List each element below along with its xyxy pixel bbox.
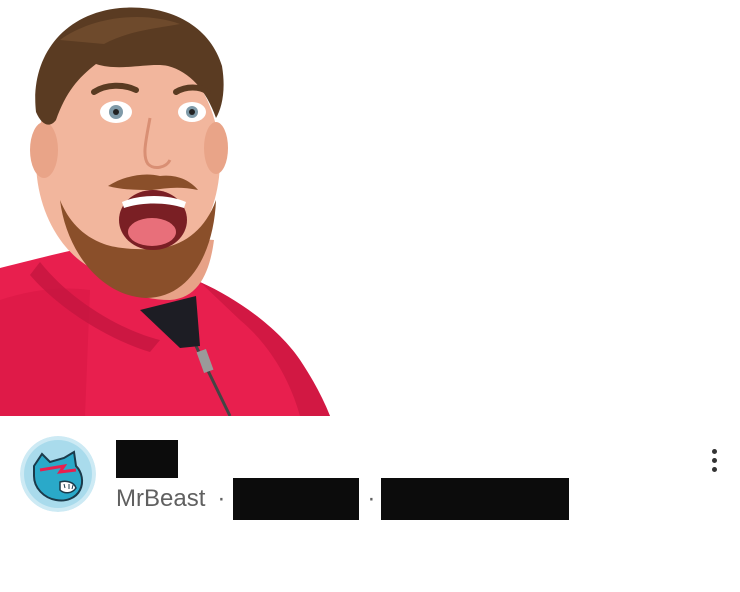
channel-name[interactable]: MrBeast [116, 485, 205, 513]
kebab-dot [711, 448, 717, 454]
thumbnail-image [0, 7, 330, 416]
more-vert-icon[interactable] [702, 444, 726, 476]
separator-dot: · [367, 485, 376, 512]
kebab-dot [711, 466, 717, 472]
upload-age-redacted [381, 478, 570, 520]
video-title-redacted[interactable] [116, 440, 178, 478]
separator-dot: · [217, 485, 226, 512]
view-count-redacted [233, 478, 360, 520]
video-subline: MrBeast · · [116, 478, 570, 520]
channel-avatar[interactable] [20, 436, 96, 512]
video-thumbnail[interactable] [0, 0, 740, 416]
panther-logo-icon [20, 436, 96, 512]
video-meta: MrBeast · · [0, 416, 740, 592]
kebab-dot [711, 457, 717, 463]
